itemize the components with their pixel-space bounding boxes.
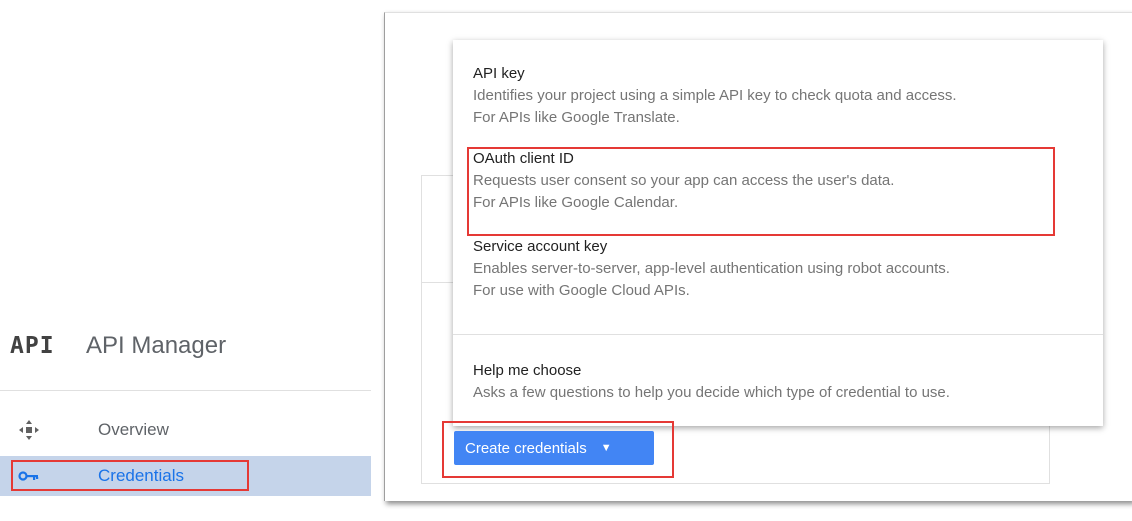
app-title: API Manager — [86, 332, 227, 359]
sidebar-item-label: Credentials — [98, 466, 184, 485]
menu-item-api-key[interactable]: API key Identifies your project using a … — [473, 63, 1093, 129]
api-logo: API — [10, 333, 55, 359]
caret-down-icon: ▼ — [600, 442, 612, 454]
option-description: For APIs like Google Translate. — [473, 109, 680, 126]
menu-item-oauth-client-id[interactable]: OAuth client ID Requests user consent so… — [473, 148, 1093, 214]
menu-item-service-account-key[interactable]: Service account key Enables server-to-se… — [473, 236, 1093, 302]
create-credentials-dropdown: API key Identifies your project using a … — [453, 40, 1103, 426]
option-title: API key — [473, 65, 525, 82]
option-title: Service account key — [473, 238, 608, 255]
option-description: For APIs like Google Calendar. — [473, 194, 679, 211]
sidebar-item-overview[interactable]: Overview — [0, 410, 371, 450]
sidebar-item-credentials[interactable]: Credentials — [0, 456, 371, 496]
option-description: Identifies your project using a simple A… — [473, 87, 957, 104]
menu-divider — [453, 334, 1103, 335]
option-title: Help me choose — [473, 362, 582, 379]
create-credentials-button[interactable]: Create credentials ▼ — [454, 431, 654, 465]
overview-icon — [18, 419, 58, 441]
option-description: Enables server-to-server, app-level auth… — [473, 260, 950, 277]
option-description: Requests user consent so your app can ac… — [473, 172, 895, 189]
credentials-panel: API key Identifies your project using a … — [384, 12, 1132, 501]
menu-item-help-me-choose[interactable]: Help me choose Asks a few questions to h… — [473, 360, 1093, 404]
option-description: Asks a few questions to help you decide … — [473, 384, 950, 401]
sidebar-header: API API Manager — [10, 329, 226, 363]
option-description: For use with Google Cloud APIs. — [473, 282, 690, 299]
sidebar-item-label: Overview — [98, 420, 169, 439]
option-title: OAuth client ID — [473, 150, 574, 167]
sidebar: API API Manager Overview Credentials — [0, 298, 371, 521]
create-credentials-label: Create credentials — [465, 439, 587, 457]
sidebar-divider — [0, 390, 371, 391]
key-icon — [18, 469, 58, 483]
